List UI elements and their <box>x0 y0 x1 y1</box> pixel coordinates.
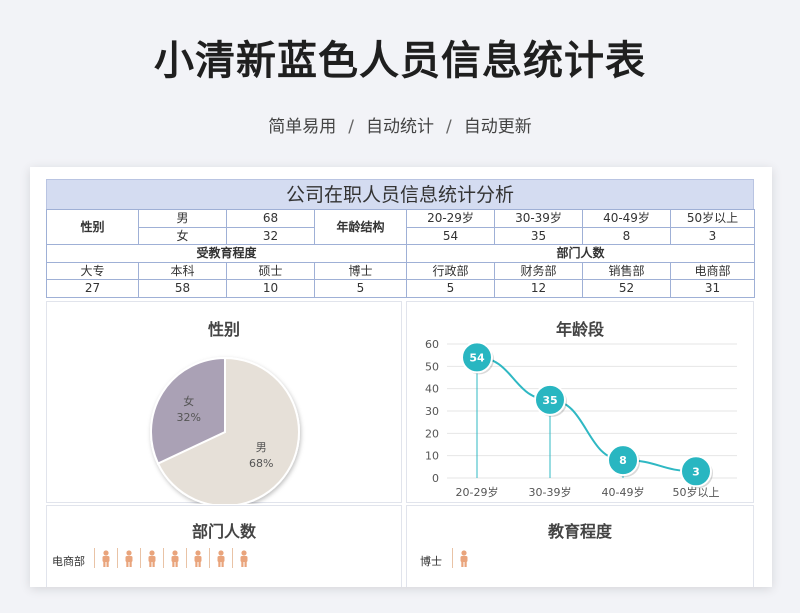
person-icon <box>163 548 186 568</box>
subtitle-separator: / <box>348 117 354 137</box>
y-tick-label: 10 <box>425 450 439 463</box>
gender-name-cell: 女 <box>138 226 227 245</box>
y-tick-label: 50 <box>425 360 439 373</box>
education-value-cell: 10 <box>226 279 315 298</box>
age-series-line <box>476 356 697 473</box>
education-row-label: 博士 <box>420 555 442 568</box>
department-row-label: 电商部 <box>52 555 85 568</box>
department-chart-title: 部门人数 <box>191 522 256 541</box>
department-header-cell: 销售部 <box>582 261 671 280</box>
person-icon <box>94 548 117 568</box>
age-value-cell: 54 <box>406 226 495 245</box>
data-label: 3 <box>692 465 700 478</box>
age-chart-panel: 年龄段 0 10 20 30 40 50 60 54 35 8 3 20-29岁 30-39岁 40-… <box>406 301 754 503</box>
education-pictograph <box>452 548 475 568</box>
department-value-cell: 31 <box>670 279 755 298</box>
x-tick-label: 50岁以上 <box>673 485 720 499</box>
education-header: 受教育程度 <box>46 244 407 263</box>
subtitle-separator: / <box>446 117 452 137</box>
education-value-cell: 5 <box>314 279 407 298</box>
gender-pie-chart: 男 68% 女 32% <box>150 356 300 504</box>
y-tick-label: 60 <box>425 338 439 351</box>
age-header-cell: 40-49岁 <box>582 209 671 228</box>
pie-category-label: 男 <box>256 441 267 454</box>
department-header-cell: 电商部 <box>670 261 755 280</box>
subtitle-part-1: 简单易用 <box>268 117 337 137</box>
person-icon <box>140 548 163 568</box>
info-table: 性别 男 68 年龄结构 20-29岁 30-39岁 40-49岁 50岁以上 … <box>46 209 755 298</box>
x-tick-label: 20-29岁 <box>456 485 499 499</box>
x-tick-label: 40-49岁 <box>602 485 645 499</box>
gender-name-cell: 男 <box>138 209 227 228</box>
education-header-cell: 大专 <box>46 261 139 280</box>
x-tick-label: 30-39岁 <box>529 485 572 499</box>
department-header-cell: 行政部 <box>406 261 495 280</box>
age-value-cell: 35 <box>494 226 583 245</box>
person-icon <box>232 548 255 568</box>
person-icon <box>209 548 232 568</box>
education-chart-panel: 教育程度 博士 <box>406 505 754 587</box>
age-structure-header: 年龄结构 <box>314 209 407 245</box>
age-value-cell: 3 <box>670 226 755 245</box>
education-header-cell: 硕士 <box>226 261 315 280</box>
spreadsheet-preview: 公司在职人员信息统计分析 性别 男 68 年龄结构 20-29岁 30-39岁 … <box>30 167 772 587</box>
pie-percent-label: 32% <box>177 411 201 424</box>
department-header-cell: 财务部 <box>494 261 583 280</box>
department-header: 部门人数 <box>406 244 755 263</box>
sheet-title: 公司在职人员信息统计分析 <box>46 179 754 209</box>
person-icon <box>452 548 475 568</box>
person-icon <box>186 548 209 568</box>
age-line-chart: 0 10 20 30 40 50 60 54 35 8 3 20-29岁 30-39岁 40-49岁 5… <box>425 338 737 499</box>
gender-header: 性别 <box>46 209 139 245</box>
subtitle-part-2: 自动统计 <box>366 117 434 137</box>
page-subtitle: 简单易用 / 自动统计 / 自动更新 <box>0 112 800 137</box>
gender-chart-panel: 性别 男 68% 女 32% <box>46 301 402 504</box>
education-chart-title: 教育程度 <box>547 522 612 541</box>
y-tick-label: 0 <box>432 472 439 485</box>
department-value-cell: 12 <box>494 279 583 298</box>
education-value-cell: 58 <box>138 279 227 298</box>
age-value-cell: 8 <box>582 226 671 245</box>
data-label: 35 <box>542 394 557 407</box>
page-title: 小清新蓝色人员信息统计表 <box>154 38 646 84</box>
department-chart-panel: 部门人数 电商部 <box>46 505 402 587</box>
education-header-cell: 博士 <box>314 261 407 280</box>
education-value-cell: 27 <box>46 279 139 298</box>
data-label: 8 <box>619 454 627 467</box>
subtitle-part-3: 自动更新 <box>463 117 532 137</box>
department-value-cell: 5 <box>406 279 495 298</box>
person-icon <box>117 548 140 568</box>
age-header-cell: 20-29岁 <box>406 209 495 228</box>
education-header-cell: 本科 <box>138 261 227 280</box>
y-tick-label: 30 <box>425 405 439 418</box>
age-header-cell: 50岁以上 <box>670 209 755 228</box>
y-tick-label: 40 <box>425 383 439 396</box>
pie-percent-label: 68% <box>249 457 273 470</box>
pie-category-label: 女 <box>183 394 194 408</box>
gender-count-cell: 32 <box>226 226 315 245</box>
gender-count-cell: 68 <box>226 209 315 228</box>
y-tick-label: 20 <box>425 427 439 440</box>
age-header-cell: 30-39岁 <box>494 209 583 228</box>
department-pictograph <box>94 548 255 568</box>
department-value-cell: 52 <box>582 279 671 298</box>
data-label: 54 <box>469 351 485 364</box>
